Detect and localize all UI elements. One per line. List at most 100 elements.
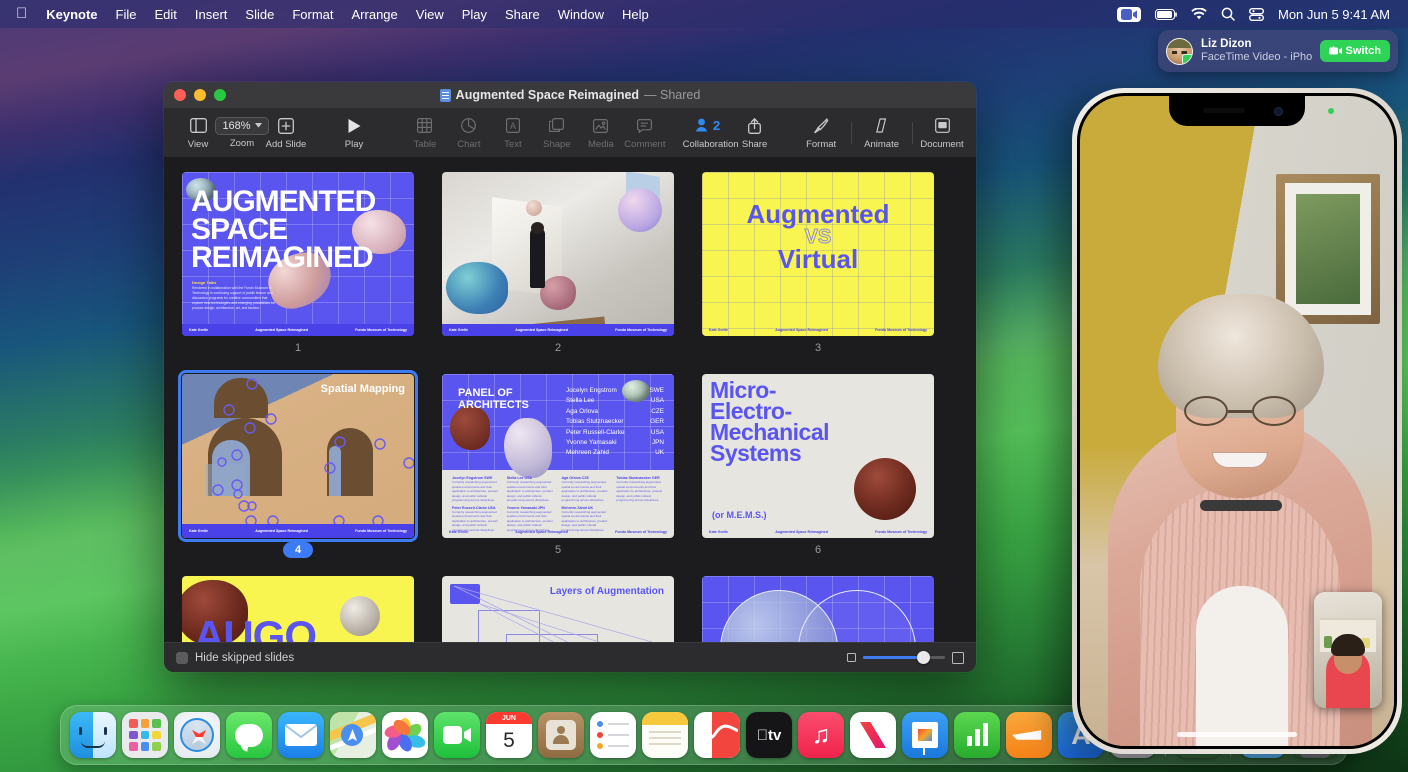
zoom-small-icon (847, 653, 856, 662)
chart-button[interactable]: Chart (447, 116, 491, 150)
table-label: Table (414, 139, 437, 150)
screen-share-icon[interactable] (1117, 7, 1141, 22)
slide-cell[interactable]: Spatial Mapping Kate Grelle Augmented Sp… (182, 374, 414, 558)
slide-cell[interactable]: AUGMENTED SPACE REIMAGINED Design Talks … (182, 172, 414, 356)
dock-item-launchpad[interactable] (122, 712, 168, 758)
slide-cell[interactable]: Kate Grelle Augmented Space Reimagined F… (442, 172, 674, 356)
slide-title: PANEL OF ARCHITECTS (458, 388, 529, 411)
dock-item-mail[interactable] (278, 712, 324, 758)
menu-item-window[interactable]: Window (549, 5, 613, 24)
slide-cell[interactable]: Augmented VS Virtual Kate Grelle Augment… (702, 172, 934, 356)
dock-item-apple-tv[interactable]: tv (746, 712, 792, 758)
zoom-control[interactable]: 168% Zoom (220, 117, 264, 149)
table-button[interactable]: Table (403, 116, 447, 150)
facetime-call-banner[interactable]: Liz Dizon FaceTime Video - iPhone › Swit… (1158, 30, 1398, 72)
menu-item-edit[interactable]: Edit (146, 5, 186, 24)
zoom-select[interactable]: 168% (215, 117, 268, 135)
battery-icon[interactable] (1155, 9, 1177, 20)
footer-center: Augmented Space Reimagined (515, 328, 568, 332)
slide-thumbnail-8[interactable]: Layers of Augmentation (442, 576, 674, 642)
control-center-icon[interactable] (1249, 8, 1264, 21)
slider-track[interactable] (863, 656, 945, 659)
call-source-label: FaceTime Video - iPhone › (1201, 51, 1312, 64)
iphone-screen[interactable] (1080, 96, 1394, 746)
dock-item-reminders[interactable] (590, 712, 636, 758)
view-button[interactable]: View (176, 116, 220, 150)
slide-thumbnail-7[interactable]: AUGO (182, 576, 414, 642)
menu-item-format[interactable]: Format (283, 5, 342, 24)
panel-list: Jocelyn EngstromSWEStella LeeUSAAga Orlo… (566, 386, 664, 459)
menu-item-arrange[interactable]: Arrange (343, 5, 407, 24)
menu-item-view[interactable]: View (407, 5, 453, 24)
window-titlebar[interactable]: Augmented Space Reimagined — Shared (164, 82, 976, 108)
slider-knob[interactable] (917, 651, 930, 664)
dock-item-news[interactable] (850, 712, 896, 758)
mapping-points (182, 374, 414, 538)
thumbnail-zoom-slider[interactable] (847, 652, 964, 664)
search-icon[interactable] (1221, 7, 1235, 21)
slide-thumbnail-1[interactable]: AUGMENTED SPACE REIMAGINED Design Talks … (182, 172, 414, 336)
slide-cell[interactable]: AUGO 7 (182, 576, 414, 642)
media-button[interactable]: Media (579, 116, 623, 150)
dock-item-pages[interactable] (1006, 712, 1052, 758)
slide-cell[interactable]: Micro- Electro- Mechanical Systems (or M… (702, 374, 934, 558)
slide-cell[interactable]: PHYSICALAUGMENTEDVIRTUAL 9 (702, 576, 934, 642)
apple-logo-icon[interactable]:  (10, 6, 37, 23)
switch-call-button[interactable]: Switch (1320, 40, 1390, 62)
collaboration-label: Collaboration (683, 139, 739, 150)
dock-item-maps[interactable] (330, 712, 376, 758)
dock-item-keynote[interactable] (902, 712, 948, 758)
slide-thumbnail-9[interactable]: PHYSICALAUGMENTEDVIRTUAL (702, 576, 934, 642)
text-button[interactable]: A Text (491, 116, 535, 150)
comment-button[interactable]: Comment (623, 116, 667, 150)
dock-item-contacts[interactable] (538, 712, 584, 758)
menu-item-slide[interactable]: Slide (236, 5, 283, 24)
dock-item-photos[interactable] (382, 712, 428, 758)
comment-icon (637, 116, 652, 136)
document-button[interactable]: Document (920, 116, 964, 150)
menu-item-share[interactable]: Share (496, 5, 549, 24)
share-button[interactable]: Share (733, 116, 777, 150)
footer-left: Kate Grelle (709, 328, 728, 332)
slide-cell[interactable]: Layers of Augmentation 8 (442, 576, 674, 642)
menu-bar-clock[interactable]: Mon Jun 5 9:41 AM (1278, 7, 1390, 22)
menu-item-file[interactable]: File (107, 5, 146, 24)
table-icon (417, 116, 432, 136)
slide-thumbnail-6[interactable]: Micro- Electro- Mechanical Systems (or M… (702, 374, 934, 538)
dock-item-calendar[interactable]: JUN5 (486, 712, 532, 758)
dock-item-facetime[interactable] (434, 712, 480, 758)
wifi-icon[interactable] (1191, 8, 1207, 20)
menu-item-play[interactable]: Play (453, 5, 496, 24)
play-button[interactable]: Play (332, 116, 376, 150)
menu-item-help[interactable]: Help (613, 5, 658, 24)
slide-thumbnail-3[interactable]: Augmented VS Virtual Kate Grelle Augment… (702, 172, 934, 336)
document-title: Augmented Space Reimagined (456, 88, 639, 102)
home-indicator[interactable] (1177, 732, 1297, 737)
add-slide-button[interactable]: Add Slide (264, 116, 308, 150)
slide-number: 1 (295, 340, 301, 356)
dock-item-safari[interactable] (174, 712, 220, 758)
hide-skipped-slides-checkbox[interactable] (176, 652, 188, 664)
menu-item-keynote[interactable]: Keynote (37, 5, 106, 24)
slide-thumbnail-2[interactable]: Kate Grelle Augmented Space Reimagined F… (442, 172, 674, 336)
slide-navigator[interactable]: AUGMENTED SPACE REIMAGINED Design Talks … (164, 158, 976, 642)
dock-item-stocks[interactable] (694, 712, 740, 758)
shape-button[interactable]: Shape (535, 116, 579, 150)
slide-thumbnail-4[interactable]: Spatial Mapping Kate Grelle Augmented Sp… (182, 374, 414, 538)
collaboration-button[interactable]: 2 Collaboration (689, 116, 733, 150)
zoom-large-icon (952, 652, 964, 664)
menu-item-insert[interactable]: Insert (186, 5, 237, 24)
pip-self-view[interactable] (1314, 592, 1382, 708)
slide-thumbnail-5[interactable]: PANEL OF ARCHITECTS Jocelyn EngstromSWES… (442, 374, 674, 538)
dock-item-numbers[interactable] (954, 712, 1000, 758)
dock-item-finder[interactable] (70, 712, 116, 758)
dock-item-music[interactable]: ♫ (798, 712, 844, 758)
dock-item-messages[interactable] (226, 712, 272, 758)
slide-cell[interactable]: PANEL OF ARCHITECTS Jocelyn EngstromSWES… (442, 374, 674, 558)
format-button[interactable]: Format (799, 116, 843, 150)
animate-button[interactable]: Animate (860, 116, 904, 150)
footer-center: Augmented Space Reimagined (775, 530, 828, 534)
dock-item-notes[interactable] (642, 712, 688, 758)
front-camera-icon (1274, 107, 1283, 116)
panel-country: USA (651, 428, 664, 438)
